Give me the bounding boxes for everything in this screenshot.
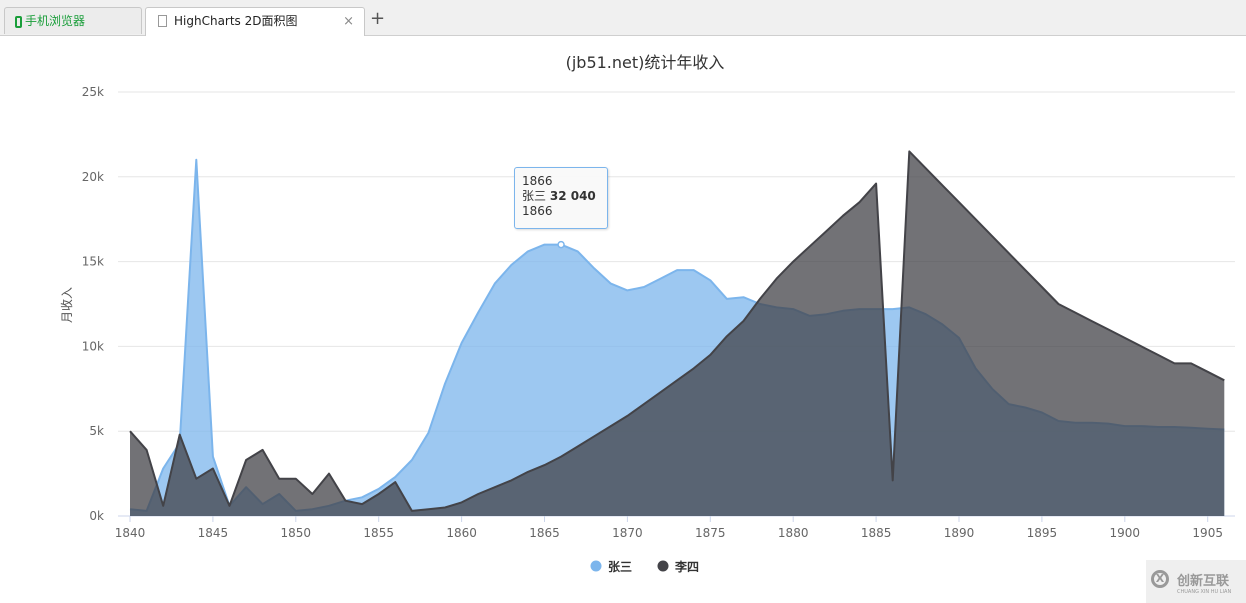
legend-item[interactable]: 李四 — [674, 559, 699, 574]
x-tick-label: 1890 — [944, 526, 975, 540]
x-tick-label: 1845 — [198, 526, 229, 540]
x-tick-label: 1850 — [281, 526, 312, 540]
y-axis-label: 月收入 — [60, 287, 74, 323]
tooltip-value: 32 040 — [549, 189, 596, 203]
y-tick-label: 20k — [82, 170, 104, 184]
tooltip-series: 张三 — [522, 189, 547, 203]
area-chart: (jb51.net)统计年收入 月收入 0k 5k 10k 15k 20k 25k 1840… — [60, 53, 1235, 574]
hover-point — [557, 240, 565, 249]
legend-marker — [657, 560, 669, 572]
legend-item[interactable]: 张三 — [608, 559, 632, 574]
watermark-subtext: CHUANG XIN HU LIAN — [1177, 589, 1232, 595]
x-tick-label: 1905 — [1192, 526, 1223, 540]
x-tick-label: 1865 — [529, 526, 560, 540]
tooltip-header: 1866 — [522, 174, 553, 188]
x-tick-label: 1855 — [363, 526, 394, 540]
watermark-logo: X 创新互联 CHUANG XIN HU LIAN — [1146, 560, 1246, 603]
x-tick-label: 1900 — [1110, 526, 1141, 540]
x-tick-label: 1870 — [612, 526, 643, 540]
x-tick-label: 1875 — [695, 526, 726, 540]
x-tick-label: 1840 — [115, 526, 146, 540]
tooltip: 1866 张三 32 040 1866 — [514, 167, 608, 229]
x-tick-label: 1880 — [778, 526, 809, 540]
x-tick-label: 1895 — [1027, 526, 1058, 540]
y-tick-label: 0k — [89, 509, 104, 523]
x-tick-label: 1860 — [446, 526, 477, 540]
logo-icon: X — [1151, 570, 1169, 588]
y-tick-label: 5k — [89, 424, 104, 438]
x-tick-label: 1885 — [861, 526, 892, 540]
chart-title: (jb51.net)统计年收入 — [566, 53, 725, 72]
watermark-text: 创新互联 — [1177, 574, 1230, 589]
y-tick-label: 10k — [82, 339, 104, 353]
y-tick-label: 25k — [82, 85, 104, 99]
y-tick-label: 15k — [82, 255, 104, 269]
tooltip-footer: 1866 — [522, 204, 553, 218]
legend-marker — [590, 560, 602, 572]
